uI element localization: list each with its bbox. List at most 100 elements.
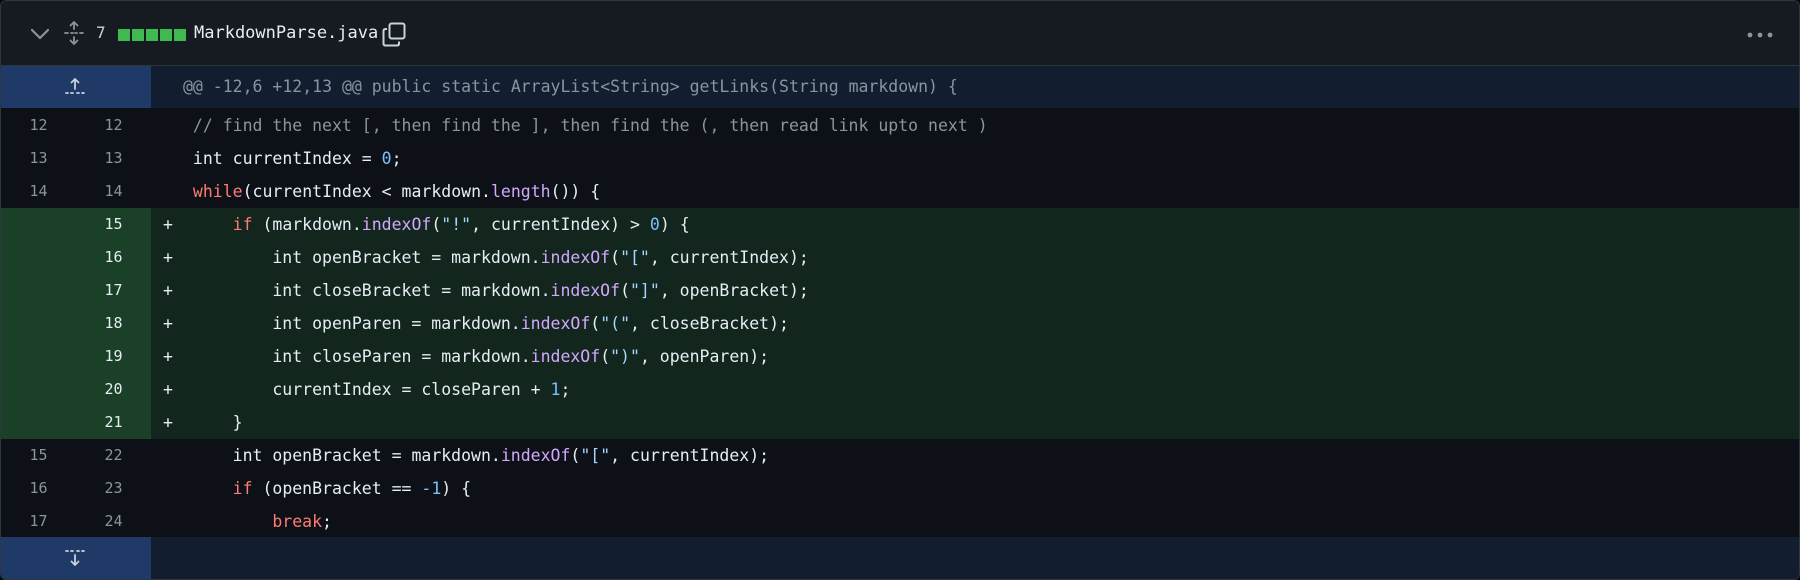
code-text: int openBracket = markdown.indexOf("[", … (233, 439, 769, 472)
code-token: 0 (649, 215, 660, 234)
code-token: int currentIndex = (192, 149, 382, 168)
code-token: currentIndex = closeParen + (272, 380, 551, 399)
code-text: if (openBracket == -1) { (233, 472, 471, 505)
code-token: 0 (381, 149, 392, 168)
chevron-down-icon[interactable] (29, 27, 51, 41)
code-line: + int openParen = markdown.indexOf("(", c… (151, 307, 1799, 340)
diff-line-added: 15 + if (markdown.indexOf("!", currentInde… (1, 208, 1799, 241)
addition-marker: + (163, 347, 173, 366)
code-text: int currentIndex = 0; (193, 142, 402, 175)
code-token: 1 (550, 380, 561, 399)
code-token: ) { (659, 215, 690, 234)
code-token: , closeBracket); (630, 314, 789, 333)
diffstat-square (174, 29, 186, 41)
expand-up-button[interactable] (1, 66, 151, 108)
code-text: while(currentIndex < markdown.length()) … (193, 175, 600, 208)
code-token: int closeBracket = markdown. (272, 281, 551, 300)
diff-line-added: 16 + int openBracket = markdown.indexOf("[… (1, 241, 1799, 274)
copy-icon[interactable] (382, 22, 406, 47)
new-line-number[interactable]: 18 (76, 307, 151, 340)
new-line-number[interactable]: 16 (76, 241, 151, 274)
old-line-number[interactable]: 14 (1, 175, 76, 208)
code-token: indexOf (550, 281, 621, 300)
old-line-number[interactable] (1, 406, 76, 439)
old-line-number[interactable] (1, 373, 76, 406)
code-text: currentIndex = closeParen + 1; (272, 373, 570, 406)
code-token: ( (570, 446, 581, 465)
new-line-number[interactable]: 19 (76, 340, 151, 373)
addition-marker: + (163, 380, 173, 399)
old-line-number[interactable]: 13 (1, 142, 76, 175)
code-token: indexOf (540, 248, 611, 267)
code-token: "!" (441, 215, 472, 234)
code-token: indexOf (530, 347, 601, 366)
code-line: + currentIndex = closeParen + 1; (151, 373, 1799, 406)
code-text: int closeParen = markdown.indexOf(")", o… (272, 340, 769, 373)
new-line-number[interactable]: 17 (76, 274, 151, 307)
old-line-number[interactable] (1, 208, 76, 241)
old-line-number[interactable] (1, 307, 76, 340)
old-line-number[interactable] (1, 241, 76, 274)
code-text: break; (272, 505, 332, 538)
code-token: ( (590, 314, 601, 333)
expand-down-icon (65, 550, 85, 566)
code-line: +} (151, 406, 1799, 439)
code-token: int openBracket = markdown. (272, 248, 541, 267)
diff-line-context: 13 13 int currentIndex = 0; (1, 142, 1799, 175)
new-line-number[interactable]: 12 (76, 109, 151, 142)
code-line: + if (markdown.indexOf("!", currentIndex)… (151, 208, 1799, 241)
diff-line-added: 18 + int openParen = markdown.indexOf("(",… (1, 307, 1799, 340)
code-token: , openBracket); (659, 281, 809, 300)
code-token: ; (322, 512, 332, 531)
code-token: ; (391, 149, 402, 168)
diff-line-context: 15 22 int openBracket = markdown.indexOf("… (1, 439, 1799, 472)
code-token: -1 (421, 479, 442, 498)
kebab-horizontal-icon[interactable] (1747, 32, 1773, 38)
diff-file: 7 MarkdownParse.java @@ -12,6 +12,13 @@ … (0, 0, 1800, 580)
new-line-number[interactable]: 23 (76, 472, 151, 505)
code-token: ) { (441, 479, 472, 498)
addition-marker: + (163, 248, 173, 267)
diffstat-square (160, 29, 172, 41)
new-line-number[interactable]: 20 (76, 373, 151, 406)
diff-line-context: 14 14 while(currentIndex < markdown.length… (1, 175, 1799, 208)
code-token: indexOf (361, 215, 432, 234)
file-header: 7 MarkdownParse.java (1, 1, 1799, 66)
code-token: ( (610, 248, 621, 267)
code-token: ( (431, 215, 442, 234)
code-line: int currentIndex = 0; (151, 142, 1799, 175)
code-text: if (markdown.indexOf("!", currentIndex) … (233, 208, 690, 241)
old-line-number[interactable] (1, 340, 76, 373)
new-line-number[interactable]: 21 (76, 406, 151, 439)
old-line-number[interactable]: 16 (1, 472, 76, 505)
diff-line-context: 17 24 break; (1, 505, 1799, 538)
code-token: if (232, 479, 253, 498)
old-line-number[interactable] (1, 274, 76, 307)
diffstat-square (118, 29, 130, 41)
code-token: , openParen); (639, 347, 770, 366)
old-line-number[interactable]: 17 (1, 505, 76, 538)
old-line-number[interactable]: 12 (1, 109, 76, 142)
code-token: , currentIndex) > (471, 215, 650, 234)
new-line-number[interactable]: 22 (76, 439, 151, 472)
unfold-icon[interactable] (63, 20, 85, 46)
new-line-number[interactable]: 15 (76, 208, 151, 241)
addition-marker: + (163, 314, 173, 333)
file-name[interactable]: MarkdownParse.java (194, 23, 378, 43)
old-line-number[interactable]: 15 (1, 439, 76, 472)
code-line: + int closeParen = markdown.indexOf(")", … (151, 340, 1799, 373)
expand-down-row (1, 537, 1799, 579)
new-line-number[interactable]: 13 (76, 142, 151, 175)
addition-marker: + (163, 413, 173, 432)
code-line: break; (151, 505, 1799, 538)
expand-down-button[interactable] (1, 537, 151, 579)
new-line-number[interactable]: 24 (76, 505, 151, 538)
diffstat-bars (118, 29, 186, 41)
code-line: if (openBracket == -1) { (151, 472, 1799, 505)
diff-line-context: 16 23 if (openBracket == -1) { (1, 472, 1799, 505)
code-token: indexOf (520, 314, 591, 333)
new-line-number[interactable]: 14 (76, 175, 151, 208)
code-text: } (233, 406, 243, 439)
diff-line-added: 19 + int closeParen = markdown.indexOf(")"… (1, 340, 1799, 373)
code-token: length (490, 182, 551, 201)
